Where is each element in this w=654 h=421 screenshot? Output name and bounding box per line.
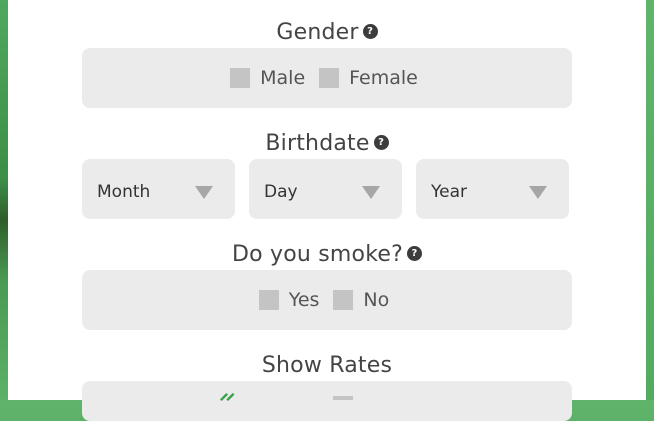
smoke-option-yes[interactable]: Yes xyxy=(258,289,326,311)
chevron-down-icon xyxy=(195,186,213,199)
day-select-value: Day xyxy=(264,182,298,202)
yes-checkbox[interactable] xyxy=(258,290,279,310)
smoke-box: Yes No xyxy=(82,270,572,330)
chevron-down-icon xyxy=(529,186,547,199)
rates-checkbox[interactable] xyxy=(333,396,353,400)
no-label: No xyxy=(363,289,390,311)
month-select[interactable]: Month xyxy=(82,159,235,219)
gender-box: Male Female xyxy=(82,48,572,108)
female-checkbox[interactable] xyxy=(319,68,340,88)
smoke-title: Do you smoke?? xyxy=(8,242,646,267)
show-rates-title-text: Show Rates xyxy=(261,353,393,378)
gender-title: Gender? xyxy=(8,20,646,45)
background-left-edge xyxy=(0,0,8,400)
month-select-value: Month xyxy=(97,182,151,202)
female-label: Female xyxy=(349,67,418,89)
male-checkbox[interactable] xyxy=(230,68,251,88)
no-checkbox[interactable] xyxy=(333,290,354,310)
form-card: Gender? Male Female Birthdate? Month Day… xyxy=(8,0,646,421)
birthdate-title: Birthdate? xyxy=(8,131,646,156)
birthdate-title-text: Birthdate xyxy=(265,131,370,156)
gender-option-male[interactable]: Male xyxy=(230,67,311,89)
help-icon[interactable]: ? xyxy=(373,134,389,150)
year-select-value: Year xyxy=(431,182,467,202)
smoke-option-no[interactable]: No xyxy=(333,289,395,311)
yes-label: Yes xyxy=(288,289,320,311)
chevron-down-icon xyxy=(362,186,380,199)
year-select[interactable]: Year xyxy=(416,159,569,219)
help-icon[interactable]: ? xyxy=(362,23,378,39)
day-select[interactable]: Day xyxy=(249,159,402,219)
help-icon[interactable]: ? xyxy=(406,245,422,261)
smoke-title-text: Do you smoke? xyxy=(232,242,403,267)
show-rates-title: Show Rates xyxy=(8,353,646,378)
background-right-edge xyxy=(646,0,654,400)
male-label: Male xyxy=(260,67,306,89)
gender-option-female[interactable]: Female xyxy=(319,67,424,89)
show-rates-box[interactable] xyxy=(82,381,572,421)
gender-title-text: Gender xyxy=(276,20,359,45)
